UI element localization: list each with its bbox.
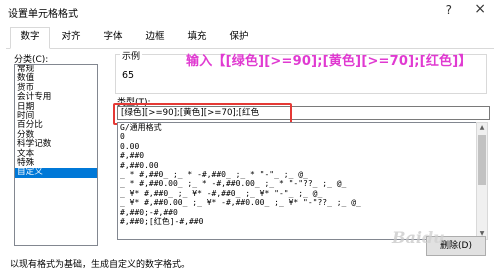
format-item[interactable]: 0 bbox=[118, 132, 476, 141]
tab-font[interactable]: 字体 bbox=[94, 28, 132, 47]
sample-value: 65 bbox=[122, 70, 135, 81]
tab-protection[interactable]: 保护 bbox=[220, 28, 258, 47]
title-bar: 设置单元格格式 ? × bbox=[0, 0, 500, 22]
format-item[interactable]: _ ¥* #,##0_ ;_ ¥* -#,##0_ ;_ ¥* "-"_ ;_ … bbox=[118, 189, 476, 198]
category-list[interactable]: 常规 数值 货币 会计专用 日期 时间 百分比 分数 科学记数 文本 特殊 自定… bbox=[14, 64, 98, 246]
format-item[interactable]: _ * #,##0.00_ ;_ * -#,##0.00_ ;_ * "-"??… bbox=[118, 179, 476, 188]
category-item-custom[interactable]: 自定义 bbox=[15, 167, 97, 178]
format-item[interactable]: #,##0;[红色]-#,##0 bbox=[118, 217, 476, 226]
format-list-scrollbar[interactable]: ▲ ▼ bbox=[476, 122, 488, 240]
format-item[interactable]: #,##0.00 bbox=[118, 161, 476, 170]
tab-number[interactable]: 数字 bbox=[10, 27, 50, 49]
help-button[interactable]: ? bbox=[446, 3, 452, 17]
format-item[interactable]: 0.00 bbox=[118, 142, 476, 151]
format-list[interactable]: G/通用格式 0 0.00 #,##0 #,##0.00 _ * #,##0_ … bbox=[117, 122, 477, 240]
format-item[interactable]: #,##0;-#,##0 bbox=[118, 208, 476, 217]
close-button[interactable]: × bbox=[474, 1, 486, 17]
scroll-thumb[interactable] bbox=[478, 135, 486, 185]
tab-border[interactable]: 边框 bbox=[136, 28, 174, 47]
format-item[interactable]: #,##0 bbox=[118, 151, 476, 160]
format-description: 以现有格式为基础，生成自定义的数字格式。 bbox=[10, 260, 191, 270]
tab-alignment[interactable]: 对齐 bbox=[52, 28, 90, 47]
dialog-title: 设置单元格格式 bbox=[8, 9, 78, 20]
sample-label: 示例 bbox=[120, 49, 143, 62]
format-item[interactable]: _ ¥* #,##0.00_ ;_ ¥* -#,##0.00_ ;_ ¥* "-… bbox=[118, 198, 476, 207]
watermark-logo: Baidu bbox=[392, 228, 445, 247]
tab-bar: 数字 对齐 字体 边框 填充 保护 bbox=[6, 27, 494, 49]
format-item[interactable]: _ * #,##0_ ;_ * -#,##0_ ;_ * "-"_ ;_ @_ bbox=[118, 170, 476, 179]
scroll-up-arrow-icon[interactable]: ▲ bbox=[477, 123, 487, 133]
format-item[interactable]: G/通用格式 bbox=[118, 123, 476, 132]
tab-fill[interactable]: 填充 bbox=[178, 28, 216, 47]
tutorial-annotation: 输入【[绿色][>=90];[黄色][>=70];[红色]】 bbox=[186, 54, 472, 69]
